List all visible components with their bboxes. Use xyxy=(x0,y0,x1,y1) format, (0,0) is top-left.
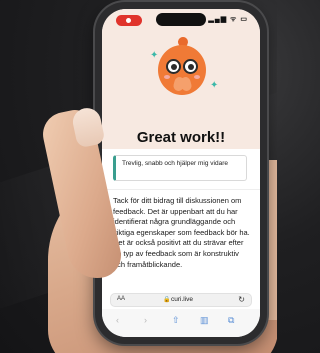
tabs-icon[interactable]: ⧉ xyxy=(228,315,234,326)
record-dot-icon xyxy=(126,18,131,23)
sparkle-icon: ✦ xyxy=(150,50,159,61)
bookmarks-icon[interactable]: ▥ xyxy=(200,315,209,326)
status-icons: ▂▄▆ ᯤ ▭ xyxy=(208,16,248,23)
phone-screen: ▂▄▆ ᯤ ▭ ✦ ✦ Great work!! Trevlig, snabb … xyxy=(102,9,260,337)
url-text[interactable]: curi.live xyxy=(171,296,193,303)
back-icon[interactable]: ‹ xyxy=(116,315,119,325)
reader-options-button[interactable]: AA xyxy=(117,296,125,302)
lock-icon: 🔒 xyxy=(163,297,171,303)
status-bar: ▂▄▆ ᯤ ▭ xyxy=(102,9,260,31)
dynamic-island xyxy=(156,13,206,26)
mascot-icon xyxy=(154,35,210,103)
quote-box: Trevlig, snabb och hjälper mig vidare xyxy=(113,155,247,181)
screen-record-indicator[interactable] xyxy=(116,15,142,26)
divider xyxy=(102,189,260,190)
page-title: Great work!! xyxy=(136,129,226,146)
mascot-cheek-left xyxy=(164,75,170,79)
reload-icon[interactable]: ↻ xyxy=(238,295,245,304)
share-icon[interactable]: ⇧ xyxy=(172,315,180,326)
mascot-cheek-right xyxy=(194,75,200,79)
photo-scene: ▂▄▆ ᯤ ▭ ✦ ✦ Great work!! Trevlig, snabb … xyxy=(0,0,277,353)
hero-section: ✦ ✦ Great work!! xyxy=(102,31,260,149)
forward-icon[interactable]: › xyxy=(144,315,147,325)
feedback-text: Tack för ditt bidrag till diskussionen o… xyxy=(113,196,250,269)
sparkle-icon: ✦ xyxy=(210,80,219,91)
address-bar[interactable]: AA 🔒 curi.live ↻ xyxy=(110,293,252,307)
browser-toolbar: ‹ › ⇧ ▥ ⧉ xyxy=(102,309,260,337)
mascot-eye-right xyxy=(183,59,198,74)
mascot-eye-left xyxy=(166,59,181,74)
